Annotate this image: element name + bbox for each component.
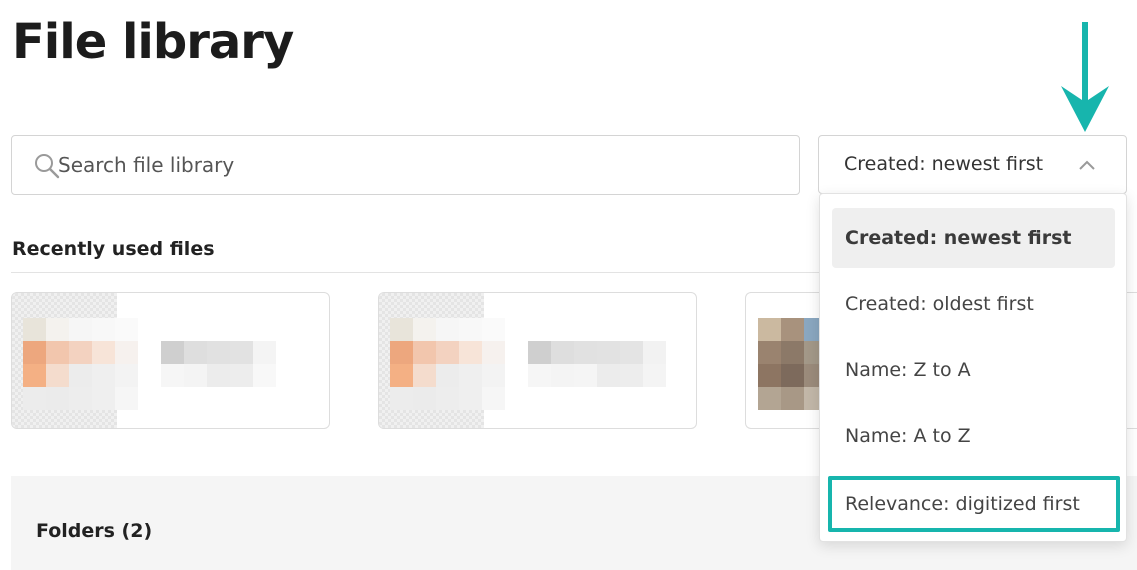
sort-option-name-a-z[interactable]: Name: A to Z (832, 406, 1115, 466)
file-card[interactable] (378, 292, 697, 429)
file-card[interactable] (11, 292, 330, 429)
file-preview-image (390, 318, 505, 410)
file-name-placeholder (528, 341, 666, 387)
page-title: File library (12, 14, 294, 70)
search-box[interactable] (11, 135, 800, 195)
folders-heading: Folders (2) (36, 520, 153, 542)
file-name-placeholder (161, 341, 276, 387)
sort-option-name-z-a[interactable]: Name: Z to A (832, 340, 1115, 400)
sort-option-created-newest[interactable]: Created: newest first (832, 208, 1115, 268)
file-library-page: File library Created: newest first Recen… (0, 0, 1137, 570)
search-input[interactable] (58, 146, 778, 184)
sort-option-relevance-digitized[interactable]: Relevance: digitized first (828, 476, 1120, 532)
sort-options-menu: Created: newest first Created: oldest fi… (819, 193, 1127, 542)
sort-option-created-oldest[interactable]: Created: oldest first (832, 274, 1115, 334)
arrow-down-icon (1061, 22, 1109, 132)
sort-dropdown[interactable]: Created: newest first (818, 135, 1127, 194)
file-preview-image (758, 318, 827, 410)
divider (11, 272, 821, 273)
recently-used-heading: Recently used files (12, 238, 215, 260)
sort-selected-label: Created: newest first (844, 153, 1044, 175)
chevron-up-icon (1079, 160, 1095, 170)
file-preview-image (23, 318, 138, 410)
search-icon (35, 154, 60, 179)
